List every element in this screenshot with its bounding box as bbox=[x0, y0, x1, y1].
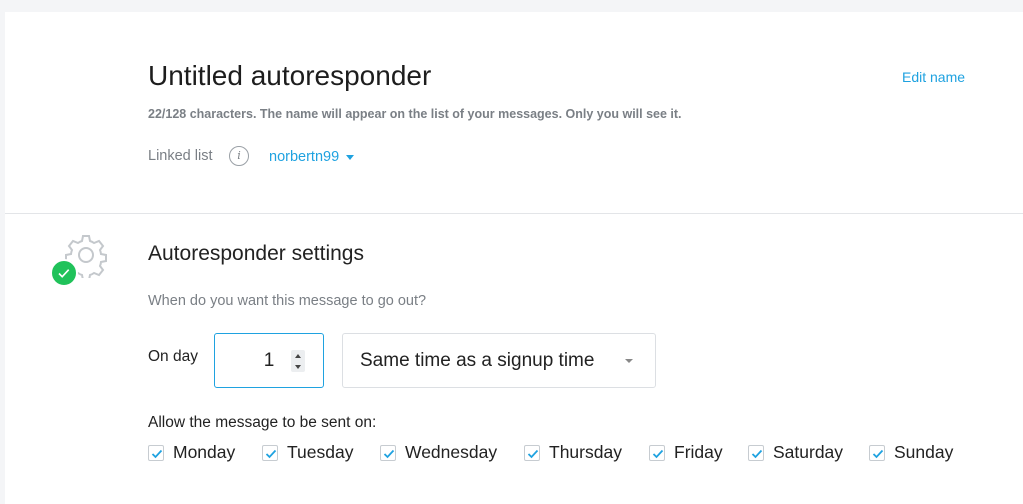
day-checkbox-wednesday[interactable]: Wednesday bbox=[380, 442, 497, 463]
day-label: Tuesday bbox=[287, 442, 354, 462]
checkbox[interactable] bbox=[148, 444, 164, 461]
chevron-down-icon bbox=[346, 154, 355, 160]
checkbox[interactable] bbox=[748, 444, 764, 461]
stepper-down-icon[interactable] bbox=[295, 364, 301, 369]
day-stepper[interactable] bbox=[291, 350, 305, 372]
section-divider bbox=[5, 213, 1023, 214]
checkbox[interactable] bbox=[262, 444, 278, 461]
day-number-input[interactable]: 1 bbox=[214, 333, 324, 388]
linked-list-label: Linked list bbox=[148, 148, 213, 164]
name-hint: 22/128 characters. The name will appear … bbox=[148, 107, 682, 121]
day-checkbox-thursday[interactable]: Thursday bbox=[524, 442, 622, 463]
edit-name-link[interactable]: Edit name bbox=[902, 69, 965, 85]
day-label: Monday bbox=[173, 442, 236, 462]
day-label: Sunday bbox=[894, 442, 954, 462]
day-label: Friday bbox=[674, 442, 723, 462]
on-day-label: On day bbox=[148, 348, 198, 365]
day-label: Thursday bbox=[549, 442, 622, 462]
day-label: Wednesday bbox=[405, 442, 498, 462]
day-checkbox-sunday[interactable]: Sunday bbox=[869, 442, 953, 463]
day-checkbox-monday[interactable]: Monday bbox=[148, 442, 235, 463]
info-icon[interactable]: i bbox=[229, 146, 249, 166]
checkbox[interactable] bbox=[524, 444, 540, 461]
autoresponder-card: Untitled autoresponder Edit name 22/128 … bbox=[5, 12, 1023, 504]
settings-title: Autoresponder settings bbox=[148, 242, 364, 265]
checkbox[interactable] bbox=[649, 444, 665, 461]
checkbox[interactable] bbox=[869, 444, 885, 461]
day-checkbox-tuesday[interactable]: Tuesday bbox=[262, 442, 353, 463]
stepper-up-icon[interactable] bbox=[295, 353, 301, 358]
check-badge-icon bbox=[50, 259, 78, 287]
day-number-value: 1 bbox=[263, 349, 275, 371]
linked-list-value: norbertn99 bbox=[269, 149, 340, 165]
day-checkbox-saturday[interactable]: Saturday bbox=[748, 442, 843, 463]
allowed-days-label: Allow the message to be sent on: bbox=[148, 414, 377, 431]
send-time-dropdown[interactable]: Same time as a signup time bbox=[342, 333, 656, 388]
chevron-down-icon bbox=[625, 359, 633, 363]
message-title: Untitled autoresponder bbox=[148, 60, 432, 91]
day-checkbox-friday[interactable]: Friday bbox=[649, 442, 723, 463]
send-question: When do you want this message to go out? bbox=[148, 293, 427, 309]
day-label: Saturday bbox=[773, 442, 844, 462]
linked-list-dropdown[interactable]: norbertn99 bbox=[269, 149, 355, 165]
send-time-value: Same time as a signup time bbox=[360, 349, 595, 371]
checkbox[interactable] bbox=[380, 444, 396, 461]
